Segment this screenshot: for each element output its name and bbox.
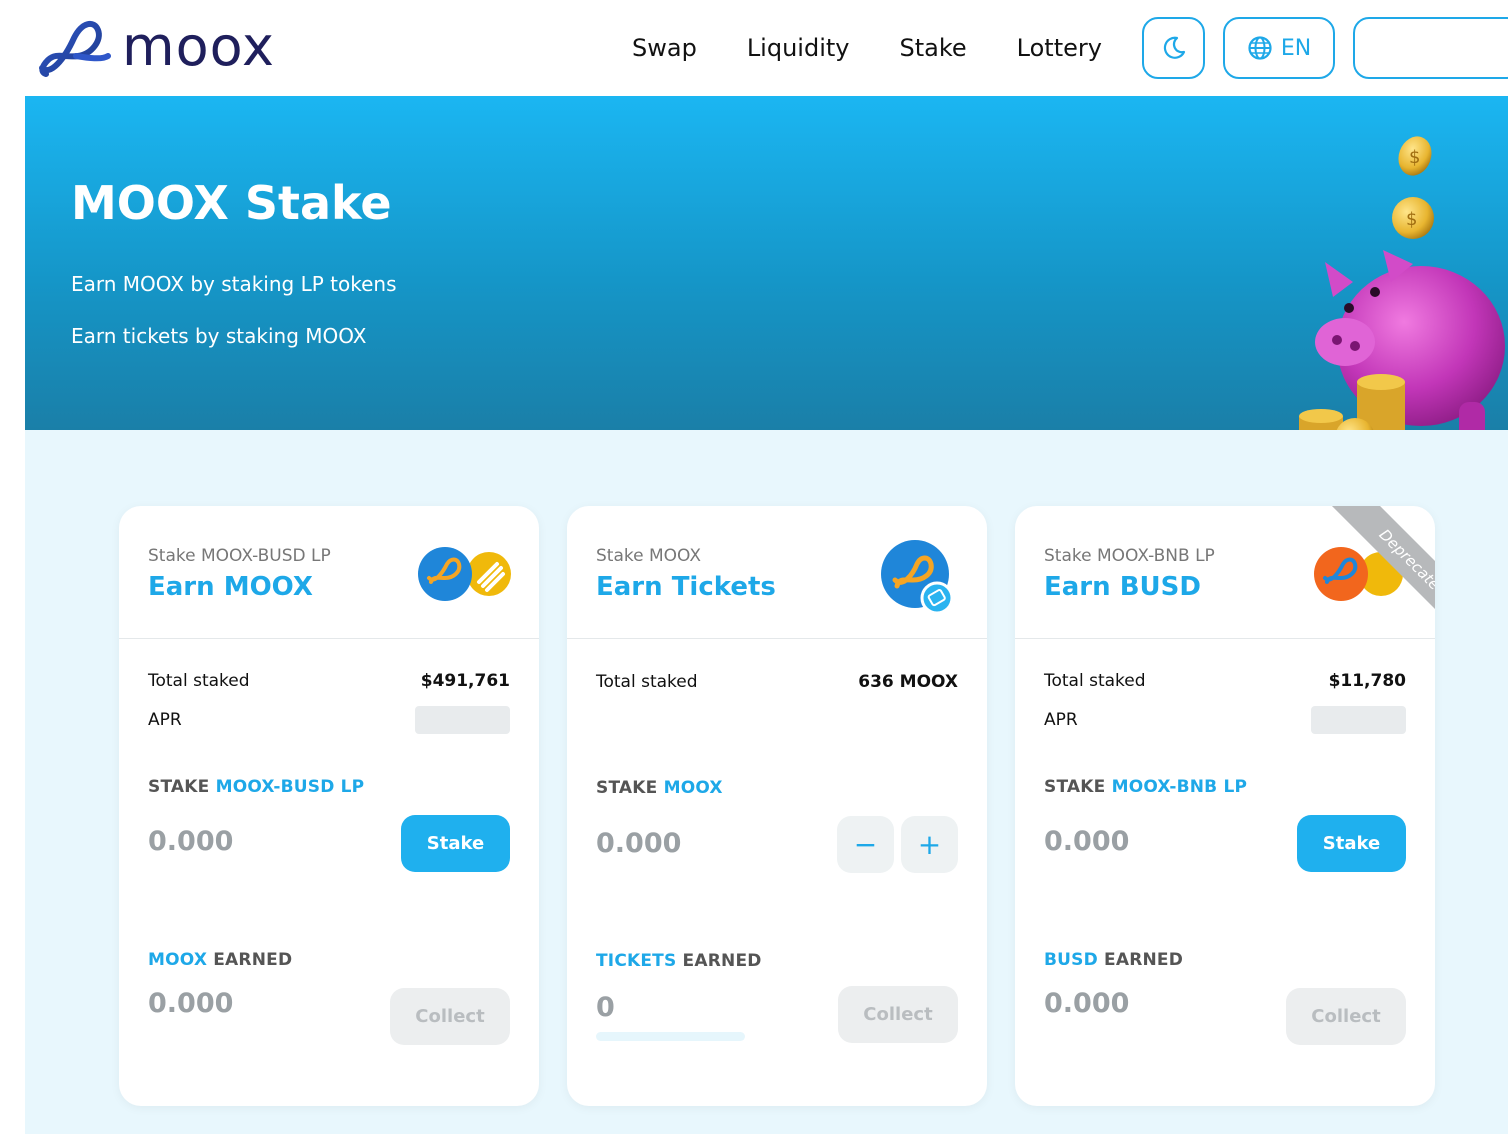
theme-toggle-button[interactable] — [1142, 17, 1205, 79]
earned-section-label: MOOX EARNED — [148, 950, 292, 970]
staked-amount: 0.000 — [596, 828, 682, 859]
language-label: EN — [1280, 35, 1312, 61]
staked-amount: 0.000 — [148, 826, 234, 857]
unstake-minus-button[interactable]: − — [837, 816, 894, 873]
card-subtitle: Stake MOOX-BNB LP — [1044, 546, 1215, 566]
stake-card-moox-bnb: Stake MOOX-BNB LP Earn BUSD Deprecated T… — [1015, 506, 1435, 1106]
connect-wallet-button[interactable] — [1353, 17, 1508, 79]
stake-card-moox-busd: Stake MOOX-BUSD LP Earn MOOX Total stake… — [119, 506, 539, 1106]
total-staked-value: 636 MOOX — [858, 672, 958, 692]
earned-amount: 0 — [596, 992, 615, 1023]
apr-label: APR — [1044, 710, 1078, 730]
svg-text:$: $ — [1409, 147, 1420, 168]
globe-icon — [1248, 36, 1272, 60]
card-subtitle: Stake MOOX-BUSD LP — [148, 546, 331, 566]
nav-stake[interactable]: Stake — [899, 30, 966, 66]
card-subtitle: Stake MOOX — [596, 546, 701, 566]
deprecated-label: Deprecated — [1330, 506, 1435, 646]
staked-amount: 0.000 — [1044, 826, 1130, 857]
card-header: Stake MOOX-BUSD LP Earn MOOX — [119, 506, 539, 639]
earned-token: MOOX — [148, 950, 208, 970]
earned-section-label: TICKETS EARNED — [596, 951, 762, 971]
collect-button[interactable]: Collect — [390, 988, 510, 1045]
moox-logo-icon — [39, 20, 111, 77]
language-button[interactable]: EN — [1223, 17, 1335, 79]
moox-busd-pair-icon — [418, 547, 511, 601]
moox-ticket-icon — [881, 540, 954, 615]
earned-suffix: EARNED — [676, 951, 762, 971]
stake-prefix: STAKE — [596, 778, 664, 798]
deprecated-ribbon: Deprecated — [1295, 506, 1435, 646]
card-title: Earn MOOX — [148, 572, 313, 602]
stake-section-label: STAKE MOOX-BNB LP — [1044, 777, 1247, 797]
stake-plus-button[interactable]: + — [901, 816, 958, 873]
stake-section-label: STAKE MOOX — [596, 778, 723, 798]
piggy-bank-illustration: $ $ $ — [1299, 136, 1505, 458]
card-title: Earn Tickets — [596, 572, 776, 602]
earned-token: BUSD — [1044, 950, 1098, 970]
earned-token: TICKETS — [596, 951, 677, 971]
stake-prefix: STAKE — [1044, 777, 1112, 797]
stake-token: MOOX-BUSD LP — [215, 777, 365, 797]
stake-button[interactable]: Stake — [401, 815, 510, 872]
stake-button[interactable]: Stake — [1297, 815, 1406, 872]
tickets-progress-bar — [596, 1032, 745, 1041]
total-staked-value: $11,780 — [1328, 671, 1406, 691]
nav-swap[interactable]: Swap — [632, 30, 697, 66]
earned-amount: 0.000 — [1044, 988, 1130, 1019]
earned-suffix: EARNED — [207, 950, 293, 970]
card-title: Earn BUSD — [1044, 572, 1201, 602]
apr-value-loading — [415, 706, 510, 734]
main-nav: Swap Liquidity Stake Lottery — [632, 30, 1102, 66]
total-staked-label: Total staked — [148, 671, 250, 691]
collect-button[interactable]: Collect — [1286, 988, 1406, 1045]
svg-text:$: $ — [1406, 209, 1417, 230]
stake-prefix: STAKE — [148, 777, 216, 797]
earned-amount: 0.000 — [148, 988, 234, 1019]
stake-section-label: STAKE MOOX-BUSD LP — [148, 777, 364, 797]
earned-suffix: EARNED — [1097, 950, 1184, 970]
earned-section-label: BUSD EARNED — [1044, 950, 1183, 970]
total-staked-label: Total staked — [596, 672, 698, 692]
logo-text: moox — [122, 15, 275, 78]
stake-card-moox-tickets: Stake MOOX Earn Tickets Total staked 636… — [567, 506, 987, 1106]
page-title: MOOX Stake — [71, 176, 392, 230]
hero-description-tickets: Earn tickets by staking MOOX — [71, 324, 367, 348]
logo[interactable]: moox — [36, 14, 275, 80]
hero-banner: MOOX Stake Earn MOOX by staking LP token… — [25, 96, 1508, 458]
nav-lottery[interactable]: Lottery — [1017, 30, 1102, 66]
card-header: Stake MOOX Earn Tickets — [567, 506, 987, 639]
header: moox Swap Liquidity Stake Lottery EN — [0, 0, 1508, 96]
collect-button[interactable]: Collect — [838, 986, 958, 1043]
total-staked-value: $491,761 — [420, 671, 510, 691]
stake-token: MOOX-BNB LP — [1111, 777, 1248, 797]
apr-value-loading — [1311, 706, 1406, 734]
stake-token: MOOX — [663, 778, 723, 798]
total-staked-label: Total staked — [1044, 671, 1146, 691]
nav-liquidity[interactable]: Liquidity — [747, 30, 850, 66]
hero-description-lp: Earn MOOX by staking LP tokens — [71, 272, 397, 296]
moon-icon — [1163, 36, 1185, 59]
apr-label: APR — [148, 710, 182, 730]
